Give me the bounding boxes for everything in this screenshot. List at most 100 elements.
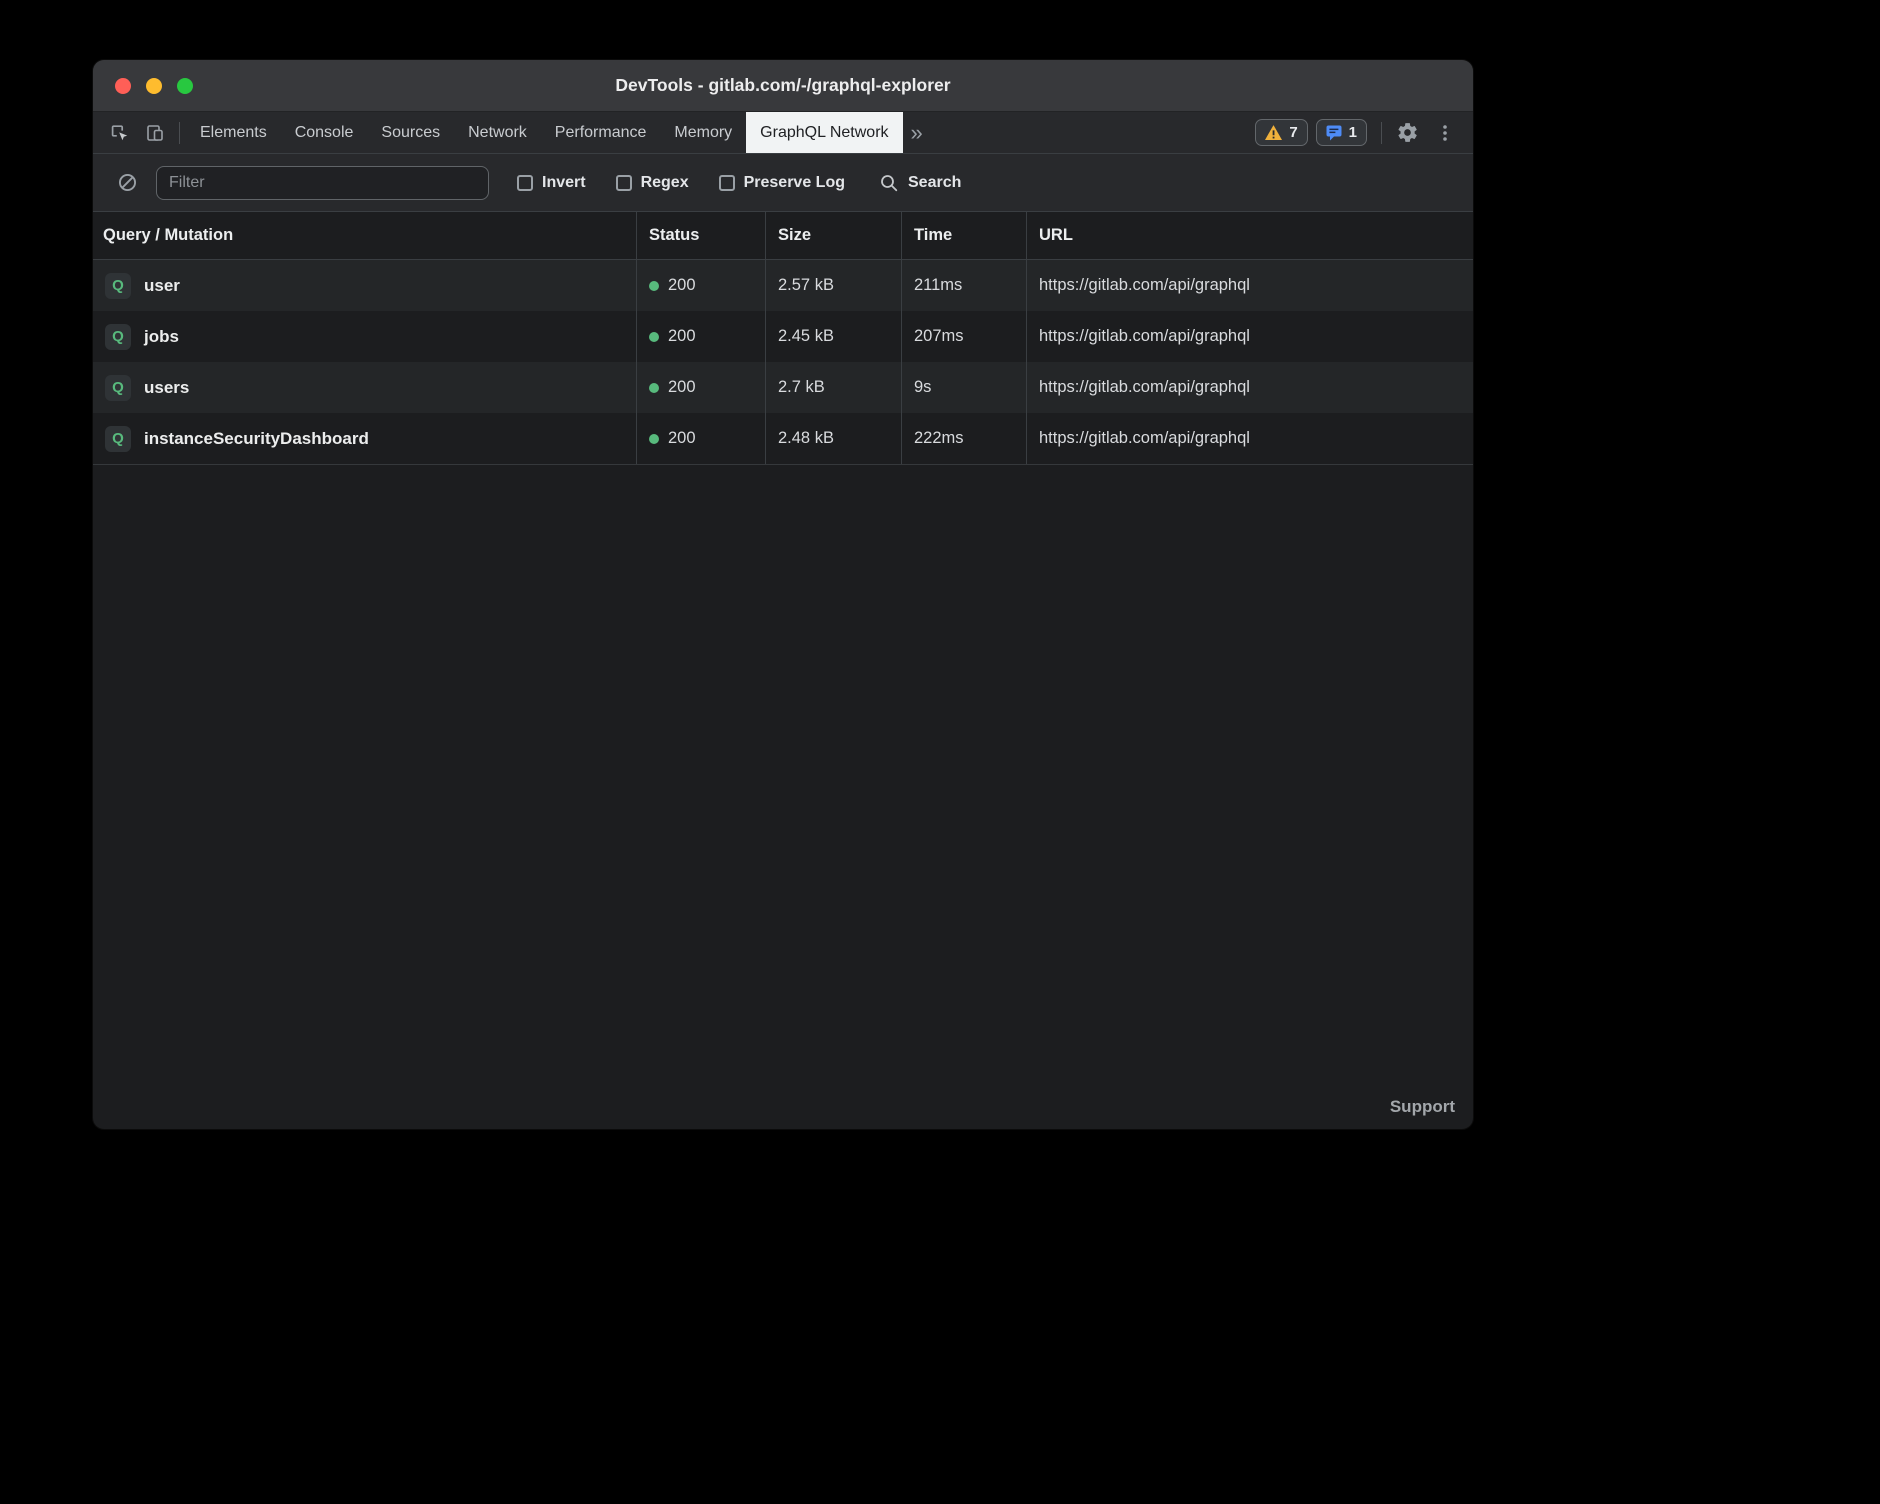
column-header-size[interactable]: Size	[765, 212, 901, 259]
warnings-badge[interactable]: 7	[1255, 119, 1307, 146]
status-code: 200	[668, 378, 696, 397]
window-title: DevTools - gitlab.com/-/graphql-explorer	[93, 75, 1473, 96]
time-cell: 9s	[901, 362, 1026, 413]
query-name: instanceSecurityDashboard	[144, 429, 369, 449]
column-header-query-mutation[interactable]: Query / Mutation	[93, 212, 636, 259]
titlebar[interactable]: DevTools - gitlab.com/-/graphql-explorer	[93, 60, 1473, 112]
minimize-button[interactable]	[146, 78, 162, 94]
device-toolbar-icon	[145, 123, 165, 143]
time-cell: 222ms	[901, 413, 1026, 464]
status-ok-dot-icon	[649, 434, 659, 444]
device-toolbar-button[interactable]	[137, 112, 173, 153]
checkbox-label: Regex	[641, 174, 689, 192]
maximize-button[interactable]	[177, 78, 193, 94]
size-cell: 2.7 kB	[765, 362, 901, 413]
inspect-cursor-icon	[109, 123, 129, 143]
tab-elements[interactable]: Elements	[186, 112, 281, 153]
checkbox-label: Preserve Log	[744, 174, 845, 192]
filter-input[interactable]	[156, 166, 489, 200]
warning-icon	[1265, 125, 1282, 140]
url-cell: https://gitlab.com/api/graphql	[1026, 413, 1473, 464]
status-cell: 200	[636, 260, 765, 311]
status-code: 200	[668, 276, 696, 295]
tab-strip: ElementsConsoleSourcesNetworkPerformance…	[186, 112, 903, 153]
traffic-lights	[115, 78, 193, 94]
query-name: jobs	[144, 327, 179, 347]
checkbox-label: Invert	[542, 174, 586, 192]
status-code: 200	[668, 327, 696, 346]
time-cell: 207ms	[901, 311, 1026, 362]
toolbar-divider	[1381, 122, 1382, 144]
checkbox-icon[interactable]	[719, 175, 735, 191]
query-type-badge: Q	[105, 375, 131, 401]
checkbox-icon[interactable]	[517, 175, 533, 191]
url-cell: https://gitlab.com/api/graphql	[1026, 311, 1473, 362]
search-label: Search	[908, 174, 961, 192]
status-cell: 200	[636, 311, 765, 362]
devtools-window: DevTools - gitlab.com/-/graphql-explorer…	[93, 60, 1473, 1129]
search-icon	[879, 173, 899, 193]
issues-badge[interactable]: 1	[1316, 119, 1367, 146]
column-header-time[interactable]: Time	[901, 212, 1026, 259]
status-ok-dot-icon	[649, 383, 659, 393]
more-tabs-button[interactable]: »	[903, 112, 931, 153]
tab-graphql-network[interactable]: GraphQL Network	[746, 112, 902, 153]
close-button[interactable]	[115, 78, 131, 94]
tab-sources[interactable]: Sources	[367, 112, 454, 153]
search-group[interactable]: Search	[879, 173, 961, 193]
issue-count: 1	[1349, 124, 1357, 141]
query-type-badge: Q	[105, 324, 131, 350]
tab-network[interactable]: Network	[454, 112, 541, 153]
query-name: users	[144, 378, 189, 398]
devtools-tab-bar: ElementsConsoleSourcesNetworkPerformance…	[93, 112, 1473, 154]
checkbox-invert[interactable]: Invert	[517, 174, 586, 192]
toolbar-divider	[179, 122, 180, 144]
clear-requests-button[interactable]	[109, 172, 146, 193]
chevron-double-right-icon: »	[911, 122, 923, 144]
issues-message-icon	[1326, 125, 1342, 141]
tab-performance[interactable]: Performance	[541, 112, 661, 153]
query-cell: QinstanceSecurityDashboard	[93, 413, 636, 464]
time-cell: 211ms	[901, 260, 1026, 311]
gear-icon	[1396, 121, 1419, 144]
tabbar-spacer	[931, 112, 1256, 153]
status-ok-dot-icon	[649, 332, 659, 342]
url-cell: https://gitlab.com/api/graphql	[1026, 362, 1473, 413]
block-icon	[117, 172, 138, 193]
kebab-menu-icon	[1435, 123, 1455, 143]
table-header: Query / Mutation Status Size Time URL	[93, 212, 1473, 260]
support-link[interactable]: Support	[1390, 1097, 1455, 1117]
tab-console[interactable]: Console	[281, 112, 368, 153]
customize-menu-button[interactable]	[1427, 112, 1463, 153]
column-header-url[interactable]: URL	[1026, 212, 1473, 259]
inspect-element-button[interactable]	[101, 112, 137, 153]
table-row[interactable]: Qusers 200 2.7 kB9shttps://gitlab.com/api/…	[93, 362, 1473, 413]
url-cell: https://gitlab.com/api/graphql	[1026, 260, 1473, 311]
status-code: 200	[668, 429, 696, 448]
column-header-status[interactable]: Status	[636, 212, 765, 259]
status-ok-dot-icon	[649, 281, 659, 291]
size-cell: 2.48 kB	[765, 413, 901, 464]
size-cell: 2.57 kB	[765, 260, 901, 311]
query-type-badge: Q	[105, 273, 131, 299]
query-cell: Qjobs	[93, 311, 636, 362]
query-name: user	[144, 276, 180, 296]
settings-button[interactable]	[1388, 112, 1427, 153]
status-cell: 200	[636, 362, 765, 413]
table-row[interactable]: Quser 200 2.57 kB211mshttps://gitlab.com/a…	[93, 260, 1473, 311]
query-cell: Qusers	[93, 362, 636, 413]
query-cell: Quser	[93, 260, 636, 311]
query-type-badge: Q	[105, 426, 131, 452]
checkbox-preserve-log[interactable]: Preserve Log	[719, 174, 845, 192]
warning-count: 7	[1289, 124, 1297, 141]
table-row[interactable]: QinstanceSecurityDashboard 200 2.48 kB222m…	[93, 413, 1473, 464]
filter-toolbar: Invert Regex Preserve Log Search	[93, 154, 1473, 212]
filter-checkboxes: Invert Regex Preserve Log	[517, 174, 845, 192]
table-body: Quser2002.57 kB211mshttps://gitlab.com/a…	[93, 260, 1473, 465]
size-cell: 2.45 kB	[765, 311, 901, 362]
checkbox-regex[interactable]: Regex	[616, 174, 689, 192]
tab-memory[interactable]: Memory	[660, 112, 746, 153]
checkbox-icon[interactable]	[616, 175, 632, 191]
table-row[interactable]: Qjobs 200 2.45 kB207mshttps://gitlab.com/a…	[93, 311, 1473, 362]
status-cell: 200	[636, 413, 765, 464]
